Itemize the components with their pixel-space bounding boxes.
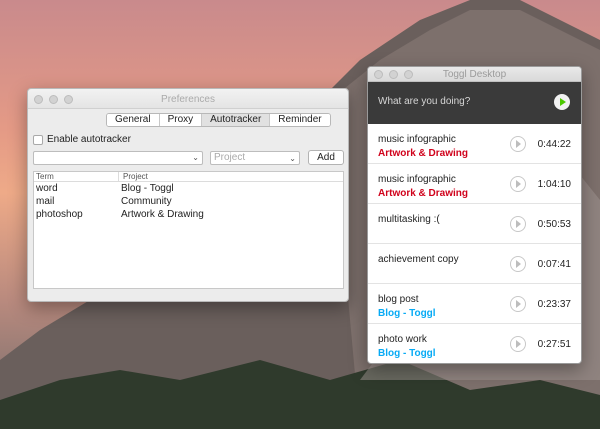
project-placeholder: Project (214, 152, 246, 163)
project-cell: Artwork & Drawing (121, 209, 204, 220)
toggl-window: Toggl Desktop What are you doing? music … (367, 66, 582, 364)
tab-proxy[interactable]: Proxy (159, 114, 203, 126)
project-cell: Blog - Toggl (121, 183, 174, 194)
preferences-title: Preferences (161, 94, 215, 105)
time-entry[interactable]: music infographic Artwork & Drawing 0:44… (368, 124, 581, 164)
add-button[interactable]: Add (308, 150, 344, 165)
entry-duration: 1:04:10 (537, 179, 571, 190)
entry-description: multitasking :( (378, 214, 440, 225)
time-entry[interactable]: photo work Blog - Toggl 0:27:51 (368, 324, 581, 363)
entry-description: photo work (378, 334, 427, 345)
tab-reminder[interactable]: Reminder (270, 114, 330, 126)
table-header: Term Project (34, 172, 343, 182)
entry-project: Artwork & Drawing (378, 148, 469, 159)
continue-play-icon[interactable] (510, 336, 526, 352)
entry-duration: 0:44:22 (537, 139, 571, 150)
continue-play-icon[interactable] (510, 136, 526, 152)
timer-bar: What are you doing? (368, 82, 581, 124)
autotracker-table: Term Project word Blog - Toggl mail Comm… (33, 171, 344, 289)
entry-description: achievement copy (378, 254, 459, 265)
table-row[interactable]: word Blog - Toggl (34, 182, 343, 195)
entry-project: Artwork & Drawing (378, 188, 469, 199)
project-cell: Community (121, 196, 172, 207)
preferences-titlebar: Preferences (28, 89, 348, 109)
toggl-titlebar: Toggl Desktop (368, 67, 581, 82)
entry-description: music infographic (378, 174, 456, 185)
preferences-tabs: General Proxy Autotracker Reminder (106, 113, 331, 127)
entry-duration: 0:27:51 (537, 339, 571, 350)
preferences-window: Preferences General Proxy Autotracker Re… (27, 88, 349, 302)
tab-autotracker[interactable]: Autotracker (202, 114, 271, 126)
entry-project: Blog - Toggl (378, 308, 436, 319)
column-header-term[interactable]: Term (34, 172, 119, 181)
timer-description-input[interactable]: What are you doing? (378, 96, 470, 107)
time-entry[interactable]: multitasking :( 0:50:53 (368, 204, 581, 244)
enable-autotracker-row: Enable autotracker (33, 134, 131, 145)
continue-play-icon[interactable] (510, 176, 526, 192)
table-row[interactable]: photoshop Artwork & Drawing (34, 208, 343, 221)
toggl-title: Toggl Desktop (442, 69, 507, 80)
tab-general[interactable]: General (107, 114, 160, 126)
start-timer-play-icon[interactable] (554, 94, 570, 110)
term-cell: word (36, 183, 58, 194)
entry-duration: 0:23:37 (537, 299, 571, 310)
time-entry[interactable]: achievement copy 0:07:41 (368, 244, 581, 284)
term-cell: photoshop (36, 209, 83, 220)
continue-play-icon[interactable] (510, 216, 526, 232)
continue-play-icon[interactable] (510, 296, 526, 312)
entry-description: music infographic (378, 134, 456, 145)
term-combobox[interactable]: ⌄ (33, 151, 203, 165)
entry-project: Blog - Toggl (378, 348, 436, 359)
chevron-down-icon[interactable]: ⌄ (192, 153, 199, 162)
table-row[interactable]: mail Community (34, 195, 343, 208)
entry-duration: 0:07:41 (537, 259, 571, 270)
enable-autotracker-label: Enable autotracker (47, 134, 131, 145)
project-select[interactable]: Project ⌄ (210, 151, 300, 165)
column-header-project[interactable]: Project (119, 172, 148, 181)
chevron-down-icon: ⌄ (289, 154, 296, 163)
time-entry-list: music infographic Artwork & Drawing 0:44… (368, 124, 581, 363)
time-entry[interactable]: blog post Blog - Toggl 0:23:37 (368, 284, 581, 324)
entry-description: blog post (378, 294, 419, 305)
term-cell: mail (36, 196, 55, 207)
continue-play-icon[interactable] (510, 256, 526, 272)
entry-duration: 0:50:53 (537, 219, 571, 230)
time-entry[interactable]: music infographic Artwork & Drawing 1:04… (368, 164, 581, 204)
enable-autotracker-checkbox[interactable] (33, 134, 43, 145)
